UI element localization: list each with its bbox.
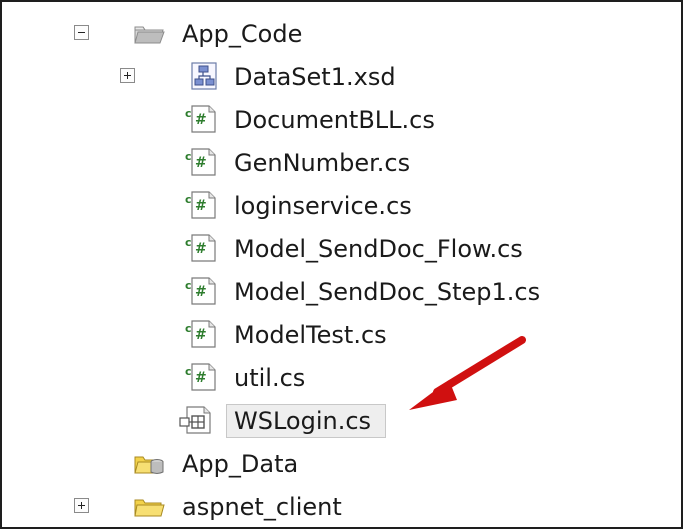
tree-node-label: ModelTest.cs	[234, 321, 387, 349]
tree-node-label: Model_SendDoc_Step1.cs	[234, 278, 541, 306]
tree-node-app-code[interactable]: App_Code	[2, 14, 681, 54]
csharp-file-icon: c #	[185, 277, 216, 305]
svg-text:#: #	[195, 155, 207, 171]
svg-text:c: c	[185, 150, 192, 163]
svg-text:c: c	[185, 322, 192, 335]
tree-node-label: loginservice.cs	[234, 192, 412, 220]
tree-node-aspnet-client[interactable]: aspnet_client	[2, 487, 681, 527]
expand-toggle[interactable]	[74, 498, 89, 513]
tree-node-loginservice[interactable]: c # loginservice.cs	[2, 186, 681, 226]
csharp-file-icon: c #	[185, 320, 216, 348]
tree-node-documentbll[interactable]: c # DocumentBLL.cs	[2, 100, 681, 140]
class-file-icon	[179, 406, 211, 434]
svg-text:#: #	[195, 370, 207, 386]
tree-node-wslogin[interactable]: WSLogin.cs	[2, 401, 681, 441]
csharp-file-icon: c #	[185, 105, 216, 133]
tree-node-label: DataSet1.xsd	[234, 63, 396, 91]
svg-text:#: #	[195, 327, 207, 343]
svg-text:c: c	[185, 193, 192, 206]
folder-icon	[134, 499, 165, 517]
tree-node-label: App_Code	[182, 20, 303, 48]
special-folder-icon	[134, 26, 165, 44]
tree-node-util[interactable]: c # util.cs	[2, 358, 681, 398]
tree-node-label: WSLogin.cs	[234, 407, 372, 435]
tree-node-label: App_Data	[182, 450, 299, 478]
tree-node-gennumber[interactable]: c # GenNumber.cs	[2, 143, 681, 183]
expand-toggle[interactable]	[120, 68, 135, 83]
svg-text:c: c	[185, 236, 192, 249]
tree-node-dataset1[interactable]: DataSet1.xsd	[2, 57, 681, 97]
tree-node-app-data[interactable]: App_Data	[2, 444, 681, 484]
solution-explorer-tree: App_Code DataSet1.xsd c # DocumentBLL.cs…	[0, 0, 683, 529]
tree-node-modeltest[interactable]: c # ModelTest.cs	[2, 315, 681, 355]
csharp-file-icon: c #	[185, 234, 216, 262]
collapse-toggle[interactable]	[74, 25, 89, 40]
csharp-file-icon: c #	[185, 148, 216, 176]
svg-text:c: c	[185, 279, 192, 292]
svg-text:#: #	[195, 198, 207, 214]
tree-node-model-senddoc-flow[interactable]: c # Model_SendDoc_Flow.cs	[2, 229, 681, 269]
tree-node-label: Model_SendDoc_Flow.cs	[234, 235, 523, 263]
tree-node-model-senddoc-step1[interactable]: c # Model_SendDoc_Step1.cs	[2, 272, 681, 312]
svg-text:#: #	[195, 284, 207, 300]
svg-text:c: c	[185, 365, 192, 378]
tree-node-label: GenNumber.cs	[234, 149, 411, 177]
svg-text:#: #	[195, 112, 207, 128]
tree-node-label: DocumentBLL.cs	[234, 106, 435, 134]
tree-node-label: util.cs	[234, 364, 306, 392]
dataset-icon	[191, 62, 217, 90]
red-arrow-icon	[409, 336, 526, 410]
svg-text:c: c	[185, 107, 192, 120]
tree-node-label: aspnet_client	[182, 493, 342, 521]
csharp-file-icon: c #	[185, 363, 216, 391]
data-folder-icon	[134, 456, 164, 474]
csharp-file-icon: c #	[185, 191, 216, 219]
svg-text:#: #	[195, 241, 207, 257]
